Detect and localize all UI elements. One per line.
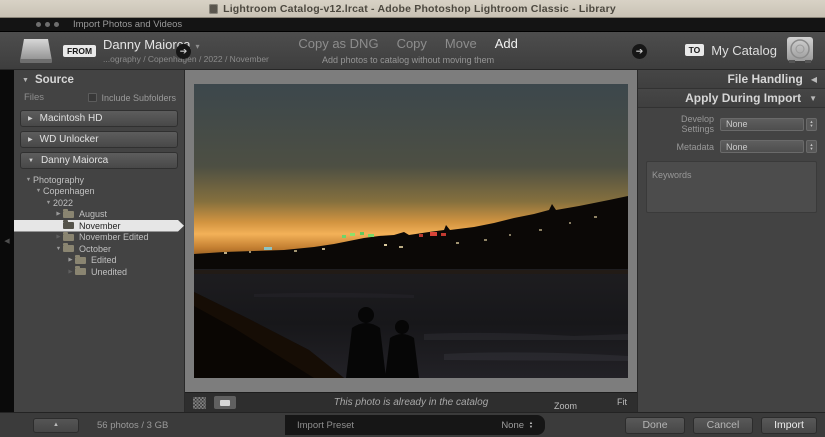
folder-icon (63, 222, 74, 229)
chevron-up-icon: ▲ (53, 422, 59, 428)
develop-settings-dropdown[interactable]: None (720, 118, 804, 131)
loupe-view-icon (220, 400, 230, 406)
destination-group[interactable]: TO My Catalog (678, 36, 815, 64)
source-group[interactable]: FROM Danny Maiorca▾ ...ography / Copenha… (16, 37, 269, 65)
chevron-right-icon: ▶ (28, 115, 33, 122)
file-handling-header[interactable]: File Handling ◀ (638, 70, 825, 89)
volume-macintosh-hd[interactable]: ▶ Macintosh HD (20, 110, 178, 127)
import-header: FROM Danny Maiorca▾ ...ography / Copenha… (0, 32, 825, 70)
folder-icon (75, 257, 86, 264)
status-message: This photo is already in the catalog (334, 397, 489, 408)
folder-tree: ▼ Photography ▼ Copenhagen ▼ 2022 ▶ Augu… (14, 174, 184, 278)
fit-button[interactable]: Fit (617, 397, 627, 407)
left-panel-collapse-strip[interactable]: ◀ (0, 70, 14, 412)
expander-icon[interactable]: ▶ (54, 211, 63, 217)
expander-icon[interactable]: ▶ (66, 269, 75, 275)
cancel-button[interactable]: Cancel (693, 417, 753, 434)
lightroom-document-icon (209, 4, 218, 14)
import-preset-bar[interactable]: Import Preset None ▲▼ (285, 415, 545, 435)
preview-toolbar: This photo is already in the catalog Zoo… (185, 392, 637, 412)
source-panel-header[interactable]: ▼ Source (14, 70, 184, 89)
window-title: Lightroom Catalog-v12.lrcat - Adobe Phot… (223, 3, 616, 15)
loupe-view-button[interactable] (214, 396, 236, 409)
done-button[interactable]: Done (625, 417, 685, 434)
method-copy[interactable]: Copy (397, 36, 427, 51)
expander-icon[interactable]: ▼ (24, 177, 33, 183)
chevron-down-icon: ▼ (22, 77, 29, 84)
destination-nav-arrow-button[interactable]: ➔ (632, 44, 647, 59)
tree-row-november-edited[interactable]: ▶ November Edited (14, 232, 184, 244)
dropdown-arrows-icon: ▲▼ (529, 419, 533, 432)
method-move[interactable]: Move (445, 36, 477, 51)
folder-icon (63, 245, 74, 252)
method-add[interactable]: Add (495, 36, 518, 51)
from-badge: FROM (63, 45, 96, 57)
keywords-field[interactable]: Keywords (646, 161, 817, 213)
chevron-down-icon: ▼ (28, 158, 34, 164)
expander-icon[interactable]: ▼ (34, 188, 43, 194)
tree-row-october[interactable]: ▼ October (14, 243, 184, 255)
volume-wd-unlocker[interactable]: ▶ WD Unlocker (20, 131, 178, 148)
dropdown-arrows-icon[interactable]: ▲▼ (806, 140, 817, 153)
expander-icon[interactable]: ▶ (66, 257, 75, 263)
method-description: Add photos to catalog without moving the… (298, 55, 518, 65)
tree-row-2022[interactable]: ▼ 2022 (14, 197, 184, 209)
import-preset-value[interactable]: None ▲▼ (501, 419, 533, 432)
photo-preview[interactable] (194, 84, 628, 378)
zoom-label: Zoom (554, 401, 577, 411)
filmstrip-toggle-button[interactable]: ▲ (33, 418, 79, 433)
to-badge: TO (685, 44, 705, 56)
method-copy-as-dng[interactable]: Copy as DNG (298, 36, 378, 51)
tree-row-edited[interactable]: ▶ Edited (14, 255, 184, 267)
collapse-left-icon: ◀ (4, 237, 9, 245)
metadata-label: Metadata (646, 142, 720, 152)
chevron-down-icon: ▾ (195, 42, 199, 51)
right-panel: File Handling ◀ Apply During Import ▼ De… (637, 70, 825, 412)
preview-panel: This photo is already in the catalog Zoo… (185, 70, 637, 412)
files-label: Files (24, 92, 88, 103)
folder-icon (75, 268, 86, 275)
source-panel-title: Source (35, 74, 74, 86)
tree-row-copenhagen[interactable]: ▼ Copenhagen (14, 186, 184, 198)
tree-row-photography[interactable]: ▼ Photography (14, 174, 184, 186)
title-bar: Lightroom Catalog-v12.lrcat - Adobe Phot… (0, 0, 825, 18)
volume-danny-maiorca[interactable]: ▼ Danny Maiorca (20, 152, 178, 169)
footer-bar: ▲ 56 photos / 3 GB Import Preset None ▲▼… (0, 412, 825, 437)
minimize-window-icon[interactable] (45, 22, 50, 27)
import-methods: Copy as DNG Copy Move Add Add photos to … (298, 36, 518, 65)
dialog-title-bar: Import Photos and Videos (0, 18, 825, 32)
keywords-label: Keywords (652, 170, 692, 180)
catalog-disk-icon (785, 36, 815, 64)
metadata-dropdown[interactable]: None (720, 140, 804, 153)
tree-row-november-selected[interactable]: November (14, 220, 184, 232)
tree-row-august[interactable]: ▶ August (14, 209, 184, 221)
chevron-down-icon: ▼ (809, 94, 817, 103)
import-button[interactable]: Import (761, 417, 817, 434)
folder-icon (63, 234, 74, 241)
chevron-left-icon: ◀ (811, 75, 817, 84)
chevron-right-icon: ▶ (28, 136, 33, 143)
destination-name: My Catalog (711, 43, 777, 58)
preview-area (185, 70, 637, 392)
source-nav-arrow-button[interactable]: ➔ (176, 44, 191, 59)
photo-count: 56 photos / 3 GB (97, 420, 168, 431)
zoom-window-icon[interactable] (54, 22, 59, 27)
include-subfolders-label: Include Subfolders (101, 93, 176, 103)
close-window-icon[interactable] (36, 22, 41, 27)
expander-icon[interactable]: ▼ (54, 246, 63, 252)
dialog-title: Import Photos and Videos (73, 19, 182, 30)
expander-icon[interactable]: ▼ (44, 200, 53, 206)
folder-icon (63, 211, 74, 218)
expander-icon[interactable]: ▶ (54, 234, 63, 240)
develop-settings-label: Develop Settings (646, 114, 720, 134)
source-panel: ▼ Source Files Include Subfolders ▶ Maci… (14, 70, 185, 412)
grid-view-icon[interactable] (193, 397, 206, 409)
dropdown-arrows-icon[interactable]: ▲▼ (806, 118, 817, 131)
import-preset-label: Import Preset (297, 420, 501, 431)
tree-row-unedited[interactable]: ▶ Unedited (14, 266, 184, 278)
apply-during-import-header[interactable]: Apply During Import ▼ (638, 89, 825, 108)
include-subfolders-checkbox[interactable] (88, 93, 97, 102)
hard-drive-icon (16, 37, 56, 65)
